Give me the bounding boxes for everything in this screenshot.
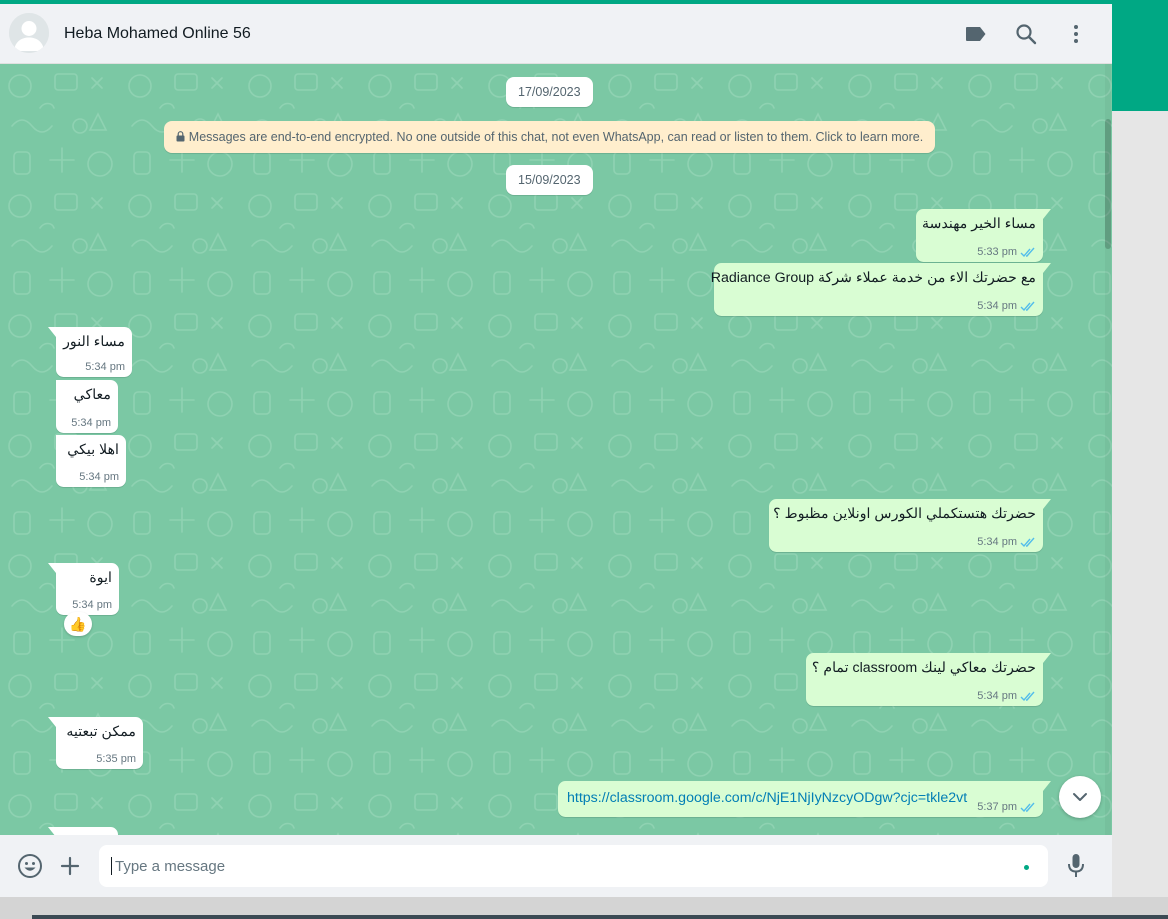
read-ticks-icon (1020, 301, 1035, 311)
taskbar-edge (32, 915, 1168, 919)
attach-button[interactable] (57, 853, 83, 879)
emoji-icon (18, 854, 42, 878)
chevron-down-icon (1073, 793, 1087, 801)
message-link[interactable]: https://classroom.google.com/c/NjE1NjIyN… (567, 789, 1036, 808)
incoming-message[interactable] (48, 827, 118, 835)
message-text: ايوة (89, 570, 112, 586)
text-caret (111, 857, 112, 875)
menu-icon[interactable] (1064, 22, 1088, 46)
message-meta: 5:34 pm (85, 361, 125, 373)
message-meta: 5:34 pm (977, 300, 1036, 312)
plus-icon (60, 856, 80, 876)
conversation-panel: Heba Mohamed Online 56 17/09/2023 Messag… (0, 4, 1112, 897)
message-meta: 5:34 pm (71, 417, 111, 429)
message-meta: 5:37 pm (977, 801, 1036, 813)
message-text: مساء الخير مهندسة (921, 216, 1036, 232)
message-time: 5:34 pm (79, 471, 119, 483)
message-meta: 5:34 pm (72, 599, 112, 611)
message-meta: 5:34 pm (977, 690, 1036, 702)
message-text: ممكن تبعتيه (66, 724, 136, 740)
date-separator: 15/09/2023 (506, 165, 593, 195)
incoming-message[interactable]: ممكن تبعتيه 5:35 pm (48, 717, 143, 769)
read-ticks-icon (1020, 802, 1035, 812)
outgoing-link-message[interactable]: https://classroom.google.com/c/NjE1NjIyN… (558, 781, 1051, 817)
incoming-message[interactable]: ايوة 5:34 pm (48, 563, 119, 615)
scroll-to-bottom-button[interactable] (1059, 776, 1101, 818)
encryption-notice-text: Messages are end-to-end encrypted. No on… (188, 130, 924, 144)
message-input[interactable] (109, 845, 1021, 887)
message-time: 5:34 pm (72, 599, 112, 611)
reaction-badge[interactable]: 👍 (64, 612, 92, 636)
message-list[interactable]: 17/09/2023 Messages are end-to-end encry… (0, 64, 1112, 835)
default-avatar-icon (9, 13, 49, 53)
composer (0, 835, 1112, 897)
read-ticks-icon (1020, 691, 1035, 701)
incoming-message[interactable]: اهلا بيكي 5:34 pm (56, 435, 126, 487)
message-time: 5:34 pm (71, 417, 111, 429)
app-background-accent (1112, 0, 1168, 111)
status-dot (1024, 865, 1029, 870)
message-meta: 5:35 pm (96, 753, 136, 765)
message-time: 5:34 pm (977, 690, 1017, 702)
message-time: 5:34 pm (85, 361, 125, 373)
microphone-icon (1068, 854, 1084, 877)
outgoing-message[interactable]: مع حضرتك الاء من خدمة عملاء شركة Radianc… (710, 263, 1051, 316)
message-time: 5:34 pm (977, 536, 1017, 548)
encryption-notice[interactable]: Messages are end-to-end encrypted. No on… (164, 121, 935, 153)
message-text: اهلا بيكي (67, 442, 119, 458)
contact-avatar[interactable] (9, 13, 49, 53)
conversation-header: Heba Mohamed Online 56 (0, 4, 1112, 64)
incoming-message[interactable]: معاكي 5:34 pm (56, 380, 118, 433)
search-icon[interactable] (1014, 22, 1038, 46)
message-text: حضرتك معاكي لينك classroom تمام ؟ (811, 660, 1036, 676)
message-text: مع حضرتك الاء من خدمة عملاء شركة Radianc… (710, 270, 1036, 286)
label-icon[interactable] (964, 22, 988, 46)
message-time: 5:37 pm (977, 801, 1017, 813)
message-meta: 5:34 pm (977, 536, 1036, 548)
emoji-button[interactable] (17, 853, 43, 879)
message-meta: 5:34 pm (79, 471, 119, 483)
incoming-message[interactable]: مساء النور 5:34 pm (48, 327, 132, 377)
scrollbar-thumb[interactable] (1105, 119, 1111, 249)
message-meta: 5:33 pm (977, 246, 1036, 258)
message-time: 5:33 pm (977, 246, 1017, 258)
message-text: مساء النور (63, 334, 125, 350)
read-ticks-icon (1020, 247, 1035, 257)
message-text: معاكي (73, 387, 111, 403)
outgoing-message[interactable]: حضرتك هتستكملي الكورس اونلاين مظبوط ؟ 5:… (769, 499, 1051, 552)
message-time: 5:35 pm (96, 753, 136, 765)
message-time: 5:34 pm (977, 300, 1017, 312)
date-separator: 17/09/2023 (506, 77, 593, 107)
app-background (1112, 111, 1168, 919)
outgoing-message[interactable]: مساء الخير مهندسة 5:33 pm (916, 209, 1051, 262)
read-ticks-icon (1020, 537, 1035, 547)
message-input-box[interactable] (99, 845, 1048, 887)
voice-message-button[interactable] (1063, 853, 1089, 879)
lock-icon (176, 131, 185, 142)
chat-scrollbar[interactable] (1105, 64, 1111, 835)
outgoing-message[interactable]: حضرتك معاكي لينك classroom تمام ؟ 5:34 p… (806, 653, 1051, 706)
contact-name[interactable]: Heba Mohamed Online 56 (64, 25, 251, 43)
message-text: حضرتك هتستكملي الكورس اونلاين مظبوط ؟ (773, 506, 1036, 522)
